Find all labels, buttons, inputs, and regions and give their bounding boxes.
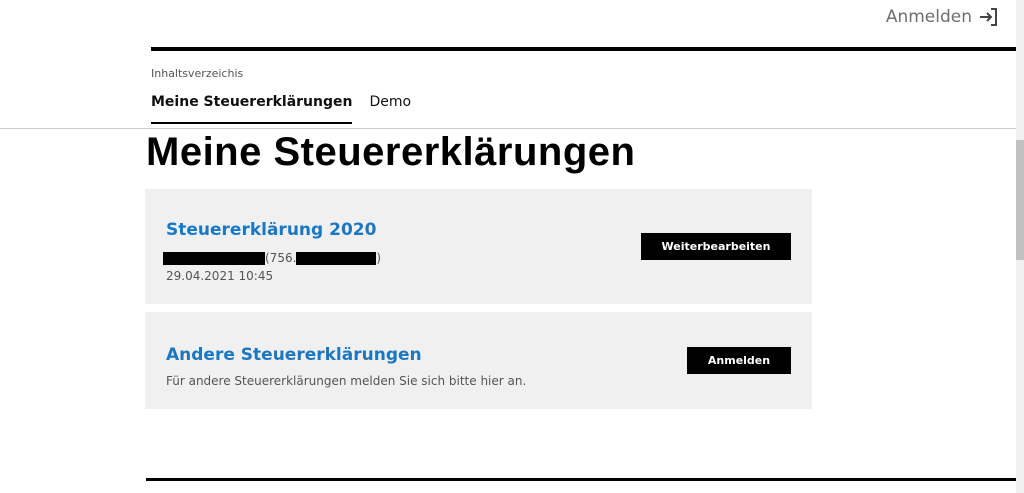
ahv-prefix: (756.	[265, 251, 297, 265]
login-link[interactable]: Anmelden	[886, 6, 998, 28]
ahv-suffix: )	[376, 251, 382, 265]
login-link-label: Anmelden	[885, 7, 972, 27]
login-button[interactable]: Anmelden	[687, 347, 791, 374]
tab-bar: Meine Steuererklärungen Demo	[151, 94, 411, 124]
tax-return-card-2020: Steuererklärung 2020 (756. ) 29.04.2021 …	[145, 189, 812, 304]
redacted-ahv-number	[296, 251, 377, 265]
toc-label: Inhaltsverzeichis	[151, 67, 244, 80]
login-arrow-icon	[978, 7, 998, 27]
other-tax-returns-card: Andere Steuererklärungen Für andere Steu…	[145, 312, 812, 409]
tab-bar-divider	[0, 128, 1016, 129]
identity-line: (756. )	[163, 251, 381, 265]
card-title[interactable]: Steuererklärung 2020	[166, 220, 376, 240]
last-modified-date: 29.04.2021 10:45	[166, 269, 274, 283]
page-title: Meine Steuererklärungen	[146, 130, 636, 174]
scrollbar-thumb[interactable]	[1016, 140, 1024, 260]
tab-meine-steuererklaerungen[interactable]: Meine Steuererklärungen	[151, 94, 353, 124]
redacted-name	[163, 251, 265, 265]
card-description: Für andere Steuererklärungen melden Sie …	[166, 374, 527, 388]
continue-editing-button[interactable]: Weiterbearbeiten	[641, 233, 791, 260]
tab-demo[interactable]: Demo	[369, 94, 411, 124]
card-title: Andere Steuererklärungen	[166, 345, 422, 365]
footer-divider	[146, 478, 1016, 481]
header-divider	[151, 47, 1016, 51]
